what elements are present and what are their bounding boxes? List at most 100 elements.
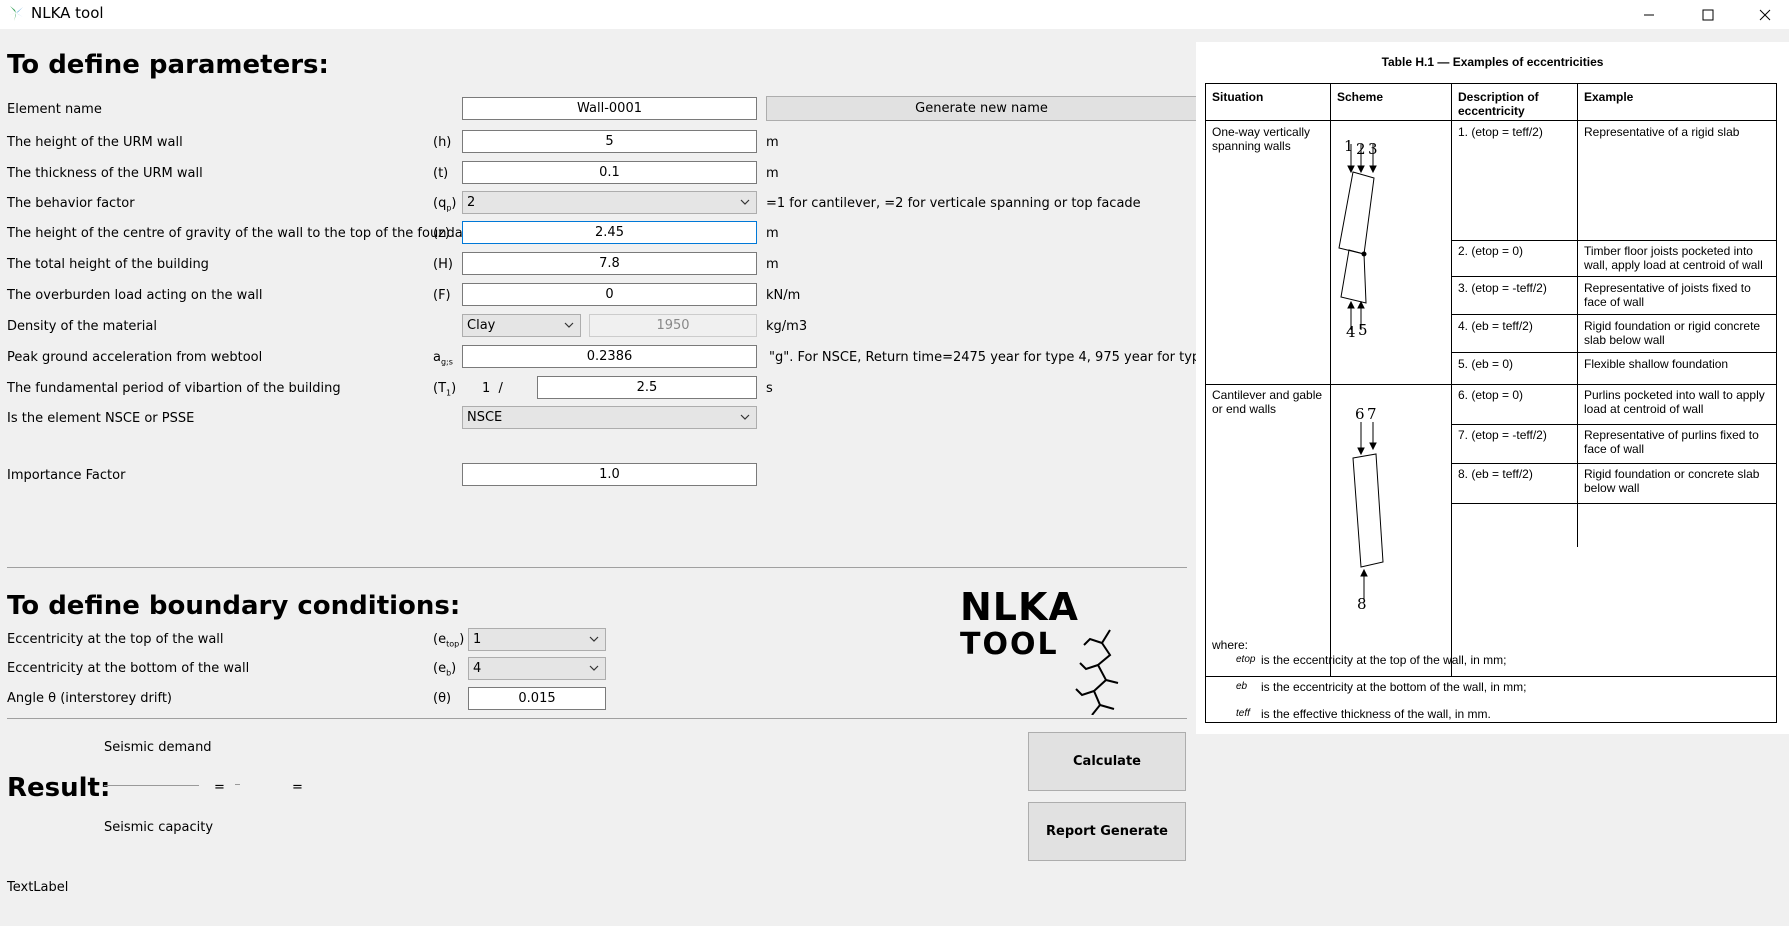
material-select[interactable]: Clay — [462, 314, 581, 337]
scheme-cantilever-diagram — [1352, 422, 1384, 600]
report-generate-button[interactable]: Report Generate — [1028, 802, 1186, 861]
description-cell: 4. (eb = teff/2) — [1458, 319, 1533, 333]
total-height-input[interactable]: 7.8 — [462, 252, 757, 275]
table-header: Example — [1584, 90, 1634, 104]
period-label: The fundamental period of vibartion of t… — [7, 381, 341, 396]
fraction-line — [104, 785, 199, 786]
pga-note: "g". For NSCE, Return time=2475 year for… — [769, 350, 1197, 365]
scheme-label: 3 — [1368, 140, 1378, 158]
description-cell: 2. (etop = 0) — [1458, 244, 1524, 258]
example-cell: Timber floor joists pocketed into wall, … — [1584, 244, 1763, 272]
scheme-label: 4 — [1346, 323, 1356, 341]
note-symbol: teff — [1236, 708, 1250, 719]
scheme-label: 1 — [1344, 137, 1354, 155]
note-text: is the eccentricity at the top of the wa… — [1261, 653, 1507, 667]
where-label: where: — [1212, 638, 1249, 652]
chevron-down-icon — [589, 636, 599, 642]
text-label: TextLabel — [7, 880, 69, 895]
calculate-button[interactable]: Calculate — [1028, 732, 1186, 791]
description-cell: 5. (eb = 0) — [1458, 357, 1514, 371]
behavior-note: =1 for cantilever, =2 for verticale span… — [766, 196, 1141, 211]
scheme-one-way-diagram — [1338, 144, 1377, 330]
thickness-input[interactable]: 0.1 — [462, 161, 757, 184]
overburden-symbol: (F) — [433, 288, 451, 303]
behavior-label: The behavior factor — [7, 196, 135, 211]
behavior-select[interactable]: 2 — [462, 191, 757, 214]
description-cell: 3. (etop = -teff/2) — [1458, 281, 1547, 295]
total-height-label: The total height of the building — [7, 257, 209, 272]
nsce-select[interactable]: NSCE — [462, 406, 757, 429]
description-cell: 8. (eb = teff/2) — [1458, 467, 1533, 481]
height-label: The height of the URM wall — [7, 135, 183, 150]
cog-input[interactable]: 2.45 — [462, 221, 757, 244]
angle-input[interactable]: 0.015 — [468, 687, 606, 710]
height-symbol: (h) — [433, 135, 452, 150]
chevron-down-icon — [589, 665, 599, 671]
total-height-symbol: (H) — [433, 257, 453, 272]
app-icon — [7, 4, 25, 22]
nsce-value: NSCE — [467, 410, 503, 425]
parameters-heading: To define parameters: — [7, 50, 329, 80]
ecc-top-label: Eccentricity at the top of the wall — [7, 632, 224, 647]
example-cell: Rigid foundation or rigid concrete slab … — [1584, 319, 1761, 347]
situation-cell: One-way vertically spanning walls — [1212, 125, 1311, 153]
situation-cell: Cantilever and gable or end walls — [1212, 388, 1323, 416]
example-cell: Rigid foundation or concrete slab below … — [1584, 467, 1760, 495]
element-name-input[interactable]: Wall-0001 — [462, 97, 757, 120]
crack-icon — [1075, 629, 1119, 715]
period-prefix: 1 / — [482, 381, 503, 396]
pga-input[interactable]: 0.2386 — [462, 345, 757, 368]
example-cell: Representative of a rigid slab — [1584, 125, 1740, 139]
description-cell: 6. (etop = 0) — [1458, 388, 1524, 402]
minimize-button[interactable] — [1626, 0, 1672, 29]
note-symbol: eb — [1236, 681, 1248, 692]
divider — [7, 718, 1187, 719]
result-ratio-line — [235, 784, 240, 785]
chevron-down-icon — [740, 199, 750, 205]
table-header: Scheme — [1337, 90, 1384, 104]
material-value: Clay — [467, 318, 496, 333]
ecc-top-value: 1 — [473, 632, 482, 647]
overburden-input[interactable]: 0 — [462, 283, 757, 306]
height-unit: m — [766, 135, 779, 150]
scheme-label: 8 — [1357, 595, 1367, 613]
total-height-unit: m — [766, 257, 779, 272]
example-cell: Representative of purlins fixed to face … — [1584, 428, 1759, 456]
close-button[interactable] — [1742, 0, 1788, 29]
maximize-button[interactable] — [1685, 0, 1731, 29]
example-cell: Flexible shallow foundation — [1584, 357, 1729, 371]
thickness-unit: m — [766, 166, 779, 181]
cog-label: The height of the centre of gravity of t… — [7, 226, 488, 241]
overburden-unit: kN/m — [766, 288, 801, 303]
seismic-demand-label: Seismic demand — [104, 740, 212, 755]
ecc-top-symbol: (etop) — [433, 632, 465, 649]
nsce-label: Is the element NSCE or PSSE — [7, 411, 195, 426]
table-header: Situation — [1212, 90, 1264, 104]
importance-input[interactable]: 1.0 — [462, 463, 757, 486]
example-cell: Representative of joists fixed to face o… — [1584, 281, 1751, 309]
equals-sign: = — [214, 780, 225, 795]
ecc-top-select[interactable]: 1 — [468, 628, 606, 651]
ecc-bottom-symbol: (eb) — [433, 661, 457, 678]
scheme-label: 5 — [1358, 321, 1368, 339]
importance-label: Importance Factor — [7, 468, 126, 483]
generate-name-button[interactable]: Generate new name — [766, 96, 1197, 121]
window-title: NLKA tool — [31, 4, 104, 22]
density-input: 1950 — [589, 314, 757, 337]
pga-label: Peak ground acceleration from webtool — [7, 350, 263, 365]
boundary-heading: To define boundary conditions: — [7, 591, 461, 621]
behavior-value: 2 — [467, 195, 476, 210]
period-unit: s — [766, 381, 773, 396]
note-text: is the eccentricity at the bottom of the… — [1261, 680, 1527, 694]
angle-label: Angle θ (interstorey drift) — [7, 691, 173, 706]
description-cell: 7. (etop = -teff/2) — [1458, 428, 1547, 442]
ecc-bottom-select[interactable]: 4 — [468, 657, 606, 680]
note-text: is the effective thickness of the wall, … — [1261, 707, 1491, 721]
divider — [7, 567, 1187, 568]
height-input[interactable]: 5 — [462, 130, 757, 153]
eccentricity-table-image: Table H.1 — Examples of eccentricities S… — [1196, 42, 1789, 734]
period-input[interactable]: 2.5 — [537, 376, 757, 399]
overburden-label: The overburden load acting on the wall — [7, 288, 263, 303]
table-header: Description of eccentricity — [1458, 90, 1539, 118]
element-name-label: Element name — [7, 102, 102, 117]
